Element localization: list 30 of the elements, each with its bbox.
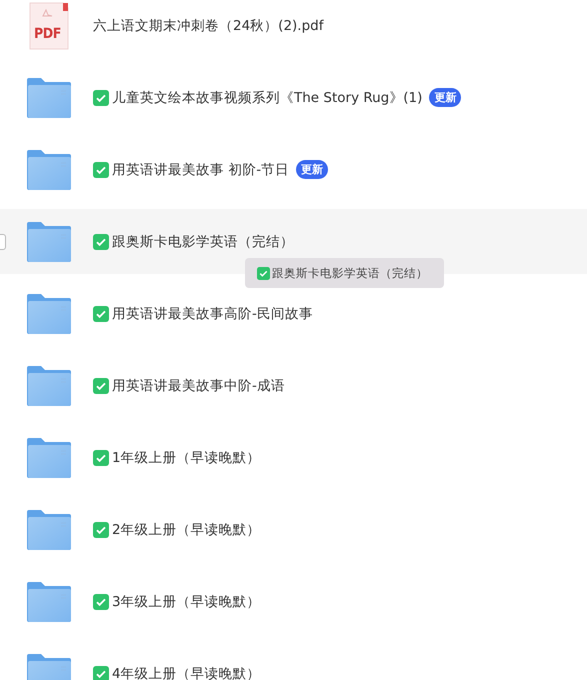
folder-icon: [27, 438, 71, 478]
file-name: 1年级上册（早读晚默）: [112, 448, 261, 466]
folder-icon: [27, 582, 71, 622]
file-row[interactable]: 用英语讲最美故事中阶-成语: [0, 353, 587, 418]
file-row[interactable]: 用英语讲最美故事高阶-民间故事: [0, 281, 587, 346]
update-badge: 更新: [296, 160, 328, 179]
folder-icon: [27, 150, 71, 190]
file-name: 儿童英文绘本故事视频系列《The Story Rug》(1): [112, 88, 422, 106]
folder-icon: [27, 294, 71, 334]
file-name: 3年级上册（早读晚默）: [112, 592, 261, 610]
file-name: 4年级上册（早读晚默）: [112, 664, 261, 680]
file-row[interactable]: 用英语讲最美故事 初阶-节日 更新: [0, 137, 587, 202]
file-row[interactable]: 2年级上册（早读晚默）: [0, 497, 587, 562]
file-row[interactable]: PDF 六上语文期末冲刺卷（24秋）(2).pdf: [0, 0, 587, 58]
file-name: 跟奥斯卡电影学英语（完结）: [112, 232, 294, 250]
pdf-icon: PDF: [29, 2, 69, 50]
file-name: 用英语讲最美故事高阶-民间故事: [112, 304, 313, 322]
file-row[interactable]: 儿童英文绘本故事视频系列《The Story Rug》(1) 更新: [0, 65, 587, 130]
file-row[interactable]: 1年级上册（早读晚默）: [0, 425, 587, 490]
file-name: 2年级上册（早读晚默）: [112, 520, 261, 538]
file-name: 六上语文期末冲刺卷（24秋）(2).pdf: [93, 16, 324, 34]
folder-icon: [27, 222, 71, 262]
file-name: 用英语讲最美故事中阶-成语: [112, 376, 285, 394]
file-name: 用英语讲最美故事 初阶-节日: [112, 160, 290, 178]
file-row[interactable]: 4年级上册（早读晚默）: [0, 641, 587, 680]
file-row[interactable]: 3年级上册（早读晚默）: [0, 569, 587, 634]
update-badge: 更新: [429, 88, 462, 107]
folder-icon: [27, 510, 71, 550]
folder-icon: [27, 366, 71, 406]
folder-icon: [27, 78, 71, 118]
